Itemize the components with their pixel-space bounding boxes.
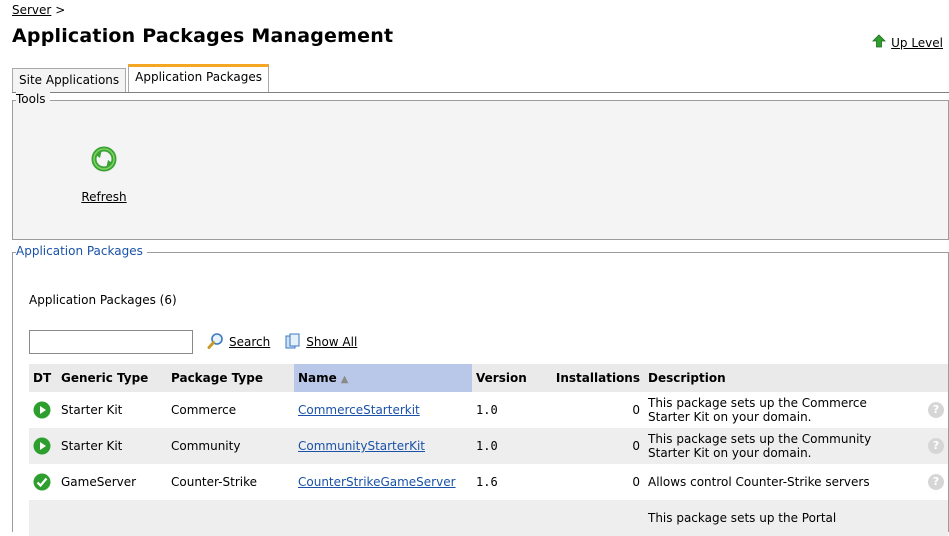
column-header-help: [900, 364, 948, 392]
play-icon: [33, 401, 51, 419]
package-name-link[interactable]: CommunityStarterKit: [298, 439, 425, 453]
tab-site-applications[interactable]: Site Applications: [12, 68, 127, 92]
packages-panel: Application Packages Application Package…: [12, 244, 949, 536]
table-header-row: DT Generic Type Package Type Name ▲ Versi…: [29, 364, 948, 392]
check-icon: [33, 473, 51, 491]
search-input[interactable]: [29, 330, 193, 354]
name-cell: CommunityStarterKit: [294, 428, 472, 464]
package-name-link[interactable]: CounterStrikeGameServer: [298, 475, 456, 489]
version-cell: 1.0: [472, 428, 538, 464]
name-cell: CounterStrikeGameServer: [294, 464, 472, 500]
refresh-icon: [90, 146, 118, 176]
description-cell: This package sets up the Commerce Starte…: [648, 396, 867, 424]
help-icon[interactable]: ?: [928, 474, 944, 490]
packages-legend: Application Packages: [16, 244, 147, 258]
packages-count: Application Packages (6): [29, 293, 177, 307]
refresh-button[interactable]: Refresh: [75, 145, 133, 204]
generic-type-cell: GameServer: [61, 475, 137, 489]
table-row: This package sets up the Portal: [29, 500, 948, 536]
installations-cell: 0: [632, 475, 640, 489]
generic-type-cell: Starter Kit: [57, 428, 167, 464]
column-header-version[interactable]: Version: [472, 364, 538, 392]
help-cell: ?: [900, 428, 948, 464]
packages-table: DT Generic Type Package Type Name ▲ Versi…: [29, 364, 948, 536]
column-header-dt[interactable]: DT: [29, 364, 57, 392]
help-cell: ?: [900, 464, 948, 500]
search-button[interactable]: Search: [207, 332, 270, 353]
tab-bar: Site Applications Application Packages: [12, 63, 271, 93]
package-type-cell: Community: [167, 428, 294, 464]
tools-panel: Tools Refresh: [12, 92, 949, 240]
description-cell: This package sets up the Portal: [644, 500, 900, 536]
table-row: Starter Kit Commerce CommerceStarterkit …: [29, 392, 948, 428]
show-all-icon: [284, 332, 302, 353]
package-type-cell: [167, 500, 294, 536]
show-all-label: Show All: [306, 335, 358, 349]
up-arrow-icon: [872, 34, 887, 51]
package-type-cell: Commerce: [171, 403, 237, 417]
page-title: Application Packages Management: [12, 25, 394, 47]
tab-divider: [12, 92, 949, 93]
package-name-link[interactable]: CommerceStarterkit: [298, 403, 420, 417]
search-label: Search: [229, 335, 271, 349]
show-all-button[interactable]: Show All: [284, 332, 357, 353]
package-type-cell: Counter-Strike: [171, 475, 258, 489]
name-cell: [294, 500, 472, 536]
tab-application-packages[interactable]: Application Packages: [128, 64, 270, 93]
installations-cell: [538, 500, 644, 536]
sort-ascending-icon: ▲: [340, 374, 349, 385]
up-level-link[interactable]: Up Level: [872, 34, 943, 51]
dt-cell: [29, 464, 57, 500]
installations-cell: 0: [632, 403, 640, 417]
column-header-name[interactable]: Name ▲: [294, 364, 472, 392]
description-cell: Allows control Counter-Strike servers: [648, 475, 870, 489]
breadcrumb-separator: >: [55, 3, 66, 17]
play-icon: [33, 437, 51, 455]
column-header-installations[interactable]: Installations: [538, 364, 644, 392]
help-cell: ?: [900, 392, 948, 428]
help-icon[interactable]: ?: [928, 402, 944, 418]
search-icon: [207, 332, 225, 353]
help-cell: [900, 500, 948, 536]
breadcrumb: Server >: [12, 3, 65, 17]
column-header-description[interactable]: Description: [644, 364, 900, 392]
version-cell: 1.0: [476, 403, 498, 417]
version-cell: [472, 500, 538, 536]
column-header-name-label: Name: [298, 371, 337, 385]
help-icon[interactable]: ?: [928, 438, 944, 454]
tools-legend: Tools: [16, 92, 50, 106]
name-cell: CommerceStarterkit: [294, 392, 472, 428]
dt-cell: [29, 500, 57, 536]
generic-type-cell: Starter Kit: [61, 403, 123, 417]
dt-cell: [29, 428, 57, 464]
version-cell: 1.6: [476, 475, 498, 489]
generic-type-cell: [57, 500, 167, 536]
table-row: Starter Kit Community CommunityStarterKi…: [29, 428, 948, 464]
column-header-package-type[interactable]: Package Type: [167, 364, 294, 392]
up-level-label: Up Level: [891, 35, 943, 50]
table-row: GameServer Counter-Strike CounterStrikeG…: [29, 464, 948, 500]
search-row: Search Show All: [29, 330, 357, 354]
breadcrumb-server-link[interactable]: Server: [12, 3, 51, 17]
column-header-generic-type[interactable]: Generic Type: [57, 364, 167, 392]
installations-cell: 0: [538, 428, 644, 464]
dt-cell: [29, 392, 57, 428]
refresh-label: Refresh: [81, 190, 127, 204]
description-cell: This package sets up the Community Start…: [644, 428, 900, 464]
